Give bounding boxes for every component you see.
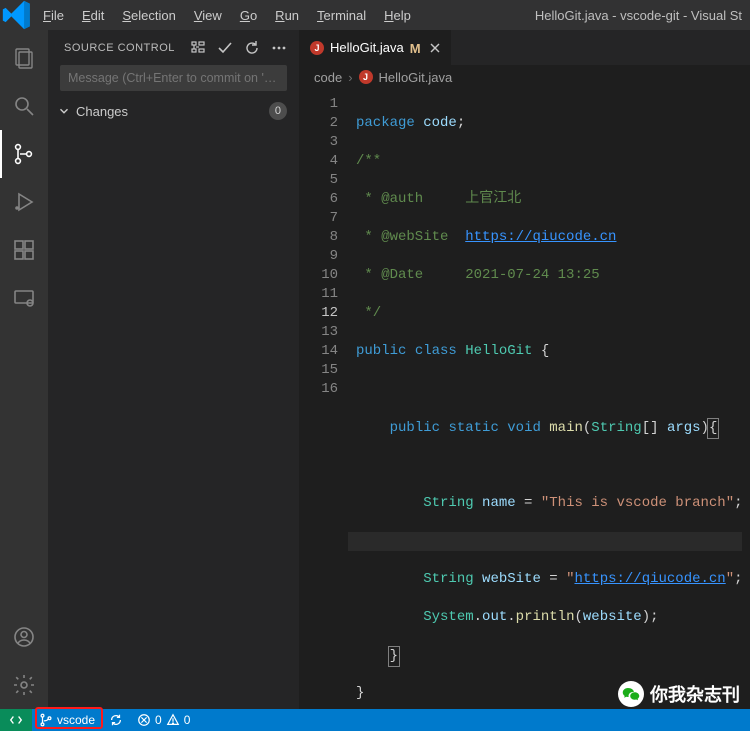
window-title: HelloGit.java - vscode-git - Visual St (420, 8, 750, 23)
watermark-text: 你我杂志刊 (650, 681, 740, 707)
changes-label: Changes (74, 104, 269, 119)
activity-explorer[interactable] (0, 34, 48, 82)
activity-remote[interactable] (0, 274, 48, 322)
vscode-logo (0, 0, 34, 32)
tab-close-icon[interactable] (427, 40, 443, 56)
chevron-down-icon (56, 103, 72, 119)
editor-tab[interactable]: J HelloGit.java M (300, 30, 452, 65)
sidebar-title-row: Source Control (48, 30, 299, 65)
status-remote[interactable] (0, 709, 32, 731)
editor-group: J HelloGit.java M code › J HelloGit.java… (300, 30, 750, 709)
wechat-icon (618, 681, 644, 707)
menu-bar: File Edit Selection View Go Run Terminal… (0, 0, 750, 30)
editor-tabs: J HelloGit.java M (300, 30, 750, 65)
scm-more-icon[interactable] (271, 40, 287, 56)
status-sync[interactable] (102, 709, 130, 731)
menu-go[interactable]: Go (231, 0, 266, 30)
status-branch-name: vscode (57, 713, 95, 727)
sidebar-title: Source Control (64, 42, 190, 54)
activity-settings[interactable] (0, 661, 48, 709)
scm-refresh-icon[interactable] (244, 40, 260, 56)
chevron-right-icon: › (348, 70, 352, 85)
breadcrumb-file[interactable]: HelloGit.java (379, 70, 453, 85)
activity-search[interactable] (0, 82, 48, 130)
status-branch[interactable]: vscode (32, 709, 102, 731)
tab-modified-marker: M (410, 39, 421, 56)
scm-tree-icon[interactable] (190, 40, 206, 56)
activity-run-debug[interactable] (0, 178, 48, 226)
menu-file[interactable]: File (34, 0, 73, 30)
scm-commit-icon[interactable] (217, 40, 233, 56)
status-problems[interactable]: 0 0 (130, 709, 197, 731)
scm-message-row (48, 65, 299, 99)
code-area[interactable]: 12345678910111213141516 package code; /*… (300, 89, 750, 709)
menu-run[interactable]: Run (266, 0, 308, 30)
status-bar: vscode 0 0 (0, 709, 750, 731)
status-errors: 0 (155, 713, 162, 727)
sidebar: Source Control (48, 30, 300, 709)
breadcrumb-folder[interactable]: code (314, 70, 342, 85)
watermark-wechat: 你我杂志刊 (618, 681, 740, 707)
menu-edit[interactable]: Edit (73, 0, 113, 30)
changes-count-badge: 0 (269, 102, 287, 120)
tab-label: HelloGit.java (330, 40, 404, 55)
java-file-icon: J (310, 41, 324, 55)
menu-view[interactable]: View (185, 0, 231, 30)
code-content[interactable]: package code; /** * @auth 上官江北 * @webSit… (348, 89, 750, 709)
status-warnings: 0 (184, 713, 191, 727)
activity-account[interactable] (0, 613, 48, 661)
changes-section[interactable]: Changes 0 (48, 99, 299, 123)
line-gutter: 12345678910111213141516 (300, 89, 348, 709)
activity-source-control[interactable] (0, 130, 48, 178)
scm-message-input[interactable] (60, 65, 287, 91)
java-file-icon: J (359, 70, 373, 84)
activity-bar (0, 30, 48, 709)
activity-extensions[interactable] (0, 226, 48, 274)
menu-help[interactable]: Help (375, 0, 420, 30)
menu-items: File Edit Selection View Go Run Terminal… (34, 0, 420, 30)
menu-terminal[interactable]: Terminal (308, 0, 375, 30)
menu-selection[interactable]: Selection (113, 0, 184, 30)
scm-title-actions (190, 40, 287, 56)
breadcrumb[interactable]: code › J HelloGit.java (300, 65, 750, 89)
workbench: Source Control (0, 30, 750, 709)
